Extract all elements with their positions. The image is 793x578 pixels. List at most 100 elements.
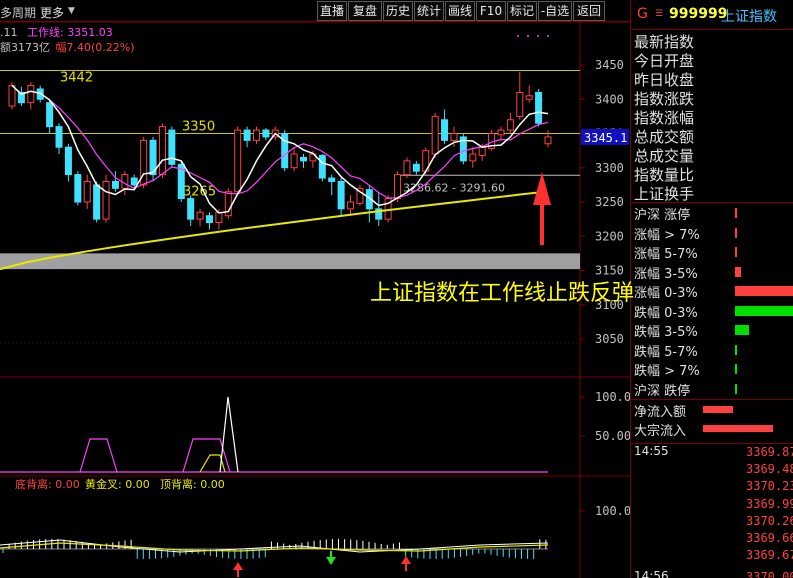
- candle-body: [234, 129, 242, 193]
- macd-gold-label: 黄金叉: 0.00: [85, 477, 150, 491]
- candle-body: [243, 129, 251, 141]
- flow-label: 净流入额: [634, 405, 687, 420]
- candle-body: [215, 211, 223, 224]
- breadth-bar: [735, 266, 741, 277]
- signal-dot: [537, 35, 539, 37]
- breadth-bar: [735, 305, 793, 316]
- index-name: 上证指数: [721, 9, 777, 25]
- divider: [631, 202, 793, 203]
- breadth-label: 涨幅 3-5%: [634, 266, 698, 282]
- signal-dot: [527, 35, 529, 37]
- candle-body: [83, 180, 91, 203]
- tick-value: 3369.87: [746, 445, 793, 459]
- candle-body: [318, 154, 326, 179]
- arrow-head: [533, 172, 551, 205]
- breadth-bar: [735, 383, 737, 394]
- tick-foot-value: 3370.00: [746, 570, 793, 578]
- tick-value: 3369.67: [746, 548, 793, 563]
- candle-body: [525, 95, 533, 100]
- candle-body: [516, 91, 524, 117]
- candle-body: [544, 136, 552, 145]
- breadth-bar: [735, 325, 749, 335]
- candle-body: [205, 215, 213, 224]
- ind-spike: [219, 396, 239, 473]
- tick-time-foot: 14:56: [634, 569, 669, 578]
- y-tick-label: 3250: [595, 195, 624, 209]
- y-tick-label: 3200: [595, 229, 624, 243]
- candle-body: [403, 160, 411, 176]
- flow-bar: [703, 406, 733, 413]
- candle-body: [8, 85, 16, 107]
- flow-label: 大宗流入: [634, 424, 687, 439]
- candle-body: [469, 153, 477, 162]
- app-root: 多周期 更多 ▼ 直播 复盘 历史 统计 画线 F10 标记 -自选 返回 .11 工作线: 3…: [0, 0, 793, 578]
- macd-bottom-label: 底背离: 0.00: [15, 477, 80, 491]
- breadth-label: 涨幅 > 7%: [634, 227, 700, 243]
- breadth-label: 跌幅 3-5%: [634, 325, 698, 340]
- signal-dot: [547, 35, 549, 37]
- candle-body: [347, 201, 355, 210]
- macd-tick-label: 100.0: [595, 504, 630, 518]
- quote-field: 上证换手: [634, 185, 695, 203]
- breadth-bar: [735, 247, 737, 257]
- candle-body: [262, 129, 270, 138]
- breadth-bar: [735, 227, 737, 238]
- price-tag-label: 3345.1: [584, 131, 627, 145]
- candle-body: [412, 163, 420, 172]
- buy-arrow-icon: [401, 556, 411, 564]
- quote-field: 今日开盘: [634, 52, 695, 70]
- annotation-text: 上证指数在工作线止跌反弹: [370, 281, 635, 306]
- candle-body: [93, 184, 101, 220]
- candle-body: [187, 198, 195, 220]
- level-label: 3442: [60, 70, 93, 85]
- quote-field: 最新指数: [634, 33, 695, 51]
- ind-tick-label: 50.00: [595, 429, 630, 443]
- tick-value: 3369.48: [746, 462, 793, 477]
- tick-value: 3370.26: [746, 513, 793, 528]
- level-label: 3350: [182, 120, 215, 135]
- breadth-label: 跌幅 0-3%: [634, 305, 698, 321]
- signal-dot: [517, 35, 519, 37]
- quote-field: 总成交额: [634, 128, 695, 146]
- tick-time-head: 14:55: [634, 444, 669, 458]
- candle-body: [121, 174, 129, 189]
- level-label: 3265: [183, 185, 216, 200]
- tick-value: 3370.23: [746, 479, 793, 494]
- sell-arrow-icon: [326, 557, 336, 565]
- candle-body: [337, 180, 345, 210]
- tick-value: 3369.66: [746, 531, 793, 545]
- ind-tick-label: 100.0: [595, 390, 630, 404]
- y-tick-label: 3300: [595, 161, 624, 175]
- candle-body: [196, 211, 204, 220]
- tick-value: 3369.99: [746, 496, 793, 511]
- flow-bar: [703, 425, 773, 432]
- candle-body: [111, 180, 119, 189]
- candle-body: [158, 126, 166, 176]
- candle-body: [290, 153, 298, 169]
- menu-icon[interactable]: ☰: [655, 9, 663, 19]
- candle-body: [450, 133, 458, 141]
- breadth-label: 沪深 涨停: [634, 208, 691, 223]
- candle-body: [478, 146, 486, 156]
- candle-body: [55, 126, 63, 148]
- candle-body: [74, 174, 82, 203]
- candle-body: [431, 115, 439, 155]
- y-tick-label: 3050: [595, 332, 624, 346]
- breadth-label: 涨幅 5-7%: [634, 247, 698, 262]
- y-tick-label: 3400: [595, 92, 624, 106]
- index-code: 999999: [669, 6, 728, 22]
- candle-body: [64, 146, 72, 176]
- breadth-label: 跌幅 5-7%: [634, 344, 698, 360]
- candle-body: [130, 177, 138, 186]
- divider: [631, 399, 793, 400]
- ind-signal: [79, 438, 118, 473]
- quote-header: G ☰ 999999 上证指数: [631, 0, 793, 30]
- breadth-bar: [735, 344, 737, 355]
- quote-field: 指数量比: [634, 166, 695, 184]
- logo-mark: G: [637, 6, 648, 22]
- quote-field: 总成交量: [634, 147, 695, 165]
- breadth-bar: [735, 286, 793, 296]
- candle-body: [506, 119, 514, 131]
- breadth-label: 跌幅 > 7%: [634, 364, 700, 379]
- quote-field: 指数涨跌: [634, 90, 695, 108]
